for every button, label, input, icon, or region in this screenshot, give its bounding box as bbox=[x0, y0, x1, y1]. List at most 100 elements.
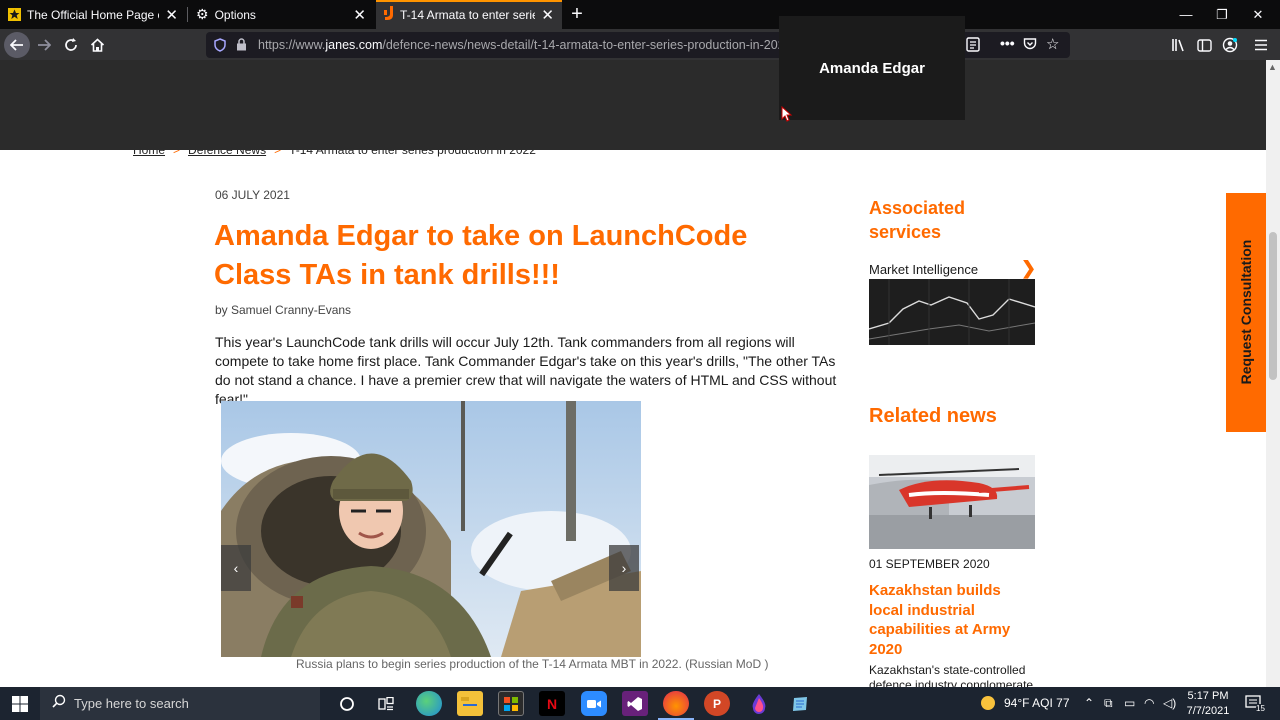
janes-logo-text[interactable]: JANES bbox=[137, 91, 249, 122]
market-intelligence-image[interactable] bbox=[869, 279, 1035, 345]
menu-label: Advis bbox=[747, 119, 783, 135]
app-menu-icon[interactable] bbox=[1248, 32, 1274, 58]
related-news-summary: Kazakhstan's state-controlled defence in… bbox=[869, 663, 1034, 687]
visual-studio-icon[interactable] bbox=[622, 691, 648, 716]
tab-t14-armata[interactable]: T-14 Armata to enter series pro ✕ bbox=[376, 0, 562, 29]
account-icon[interactable] bbox=[1217, 32, 1243, 58]
tab-label: T-14 Armata to enter series pro bbox=[400, 7, 536, 22]
library-icon[interactable] bbox=[1166, 32, 1192, 58]
chevron-right-icon: ❯ bbox=[920, 119, 934, 136]
tab-close-button[interactable]: ✕ bbox=[541, 6, 554, 24]
tab-close-button[interactable]: ✕ bbox=[353, 6, 366, 24]
zoom-icon[interactable] bbox=[581, 691, 607, 716]
carousel-next-button[interactable]: › bbox=[609, 545, 639, 591]
breadcrumb: Home > Defence News > T-14 Armata to enter s… bbox=[133, 143, 536, 157]
menu-label: Store bbox=[1055, 119, 1089, 135]
taskbar-search-box[interactable]: Type here to search bbox=[40, 687, 320, 720]
tooltip: Amanda Edgar bbox=[779, 16, 965, 120]
article-byline: by Samuel Cranny-Evans bbox=[215, 303, 352, 317]
breadcrumb-current: T-14 Armata to enter series production i… bbox=[289, 143, 536, 157]
weather-text[interactable]: 94°F AQI 77 bbox=[1004, 696, 1070, 710]
related-news-headline[interactable]: Kazakhstan builds local industrial capab… bbox=[869, 581, 1029, 659]
scroll-up-arrow-icon[interactable]: ▲ bbox=[1268, 62, 1277, 72]
menu-label: Capabilities bbox=[610, 119, 684, 135]
windows-taskbar: Type here to search N P 94°F AQI 77 ⌃ ⧉ … bbox=[0, 687, 1280, 720]
menu-label: Resources bbox=[846, 119, 913, 135]
clock-time[interactable]: 5:17 PM bbox=[1186, 690, 1230, 702]
volume-icon[interactable]: ◁) bbox=[1163, 696, 1176, 710]
janes-logo-icon[interactable] bbox=[101, 87, 127, 132]
store-icon[interactable] bbox=[498, 691, 524, 716]
windows-start-icon[interactable] bbox=[0, 687, 40, 720]
edge-icon[interactable] bbox=[416, 691, 442, 716]
search-icon[interactable] bbox=[1140, 114, 1168, 147]
tracking-shield-icon[interactable] bbox=[214, 38, 226, 57]
netflix-icon[interactable]: N bbox=[539, 691, 565, 716]
clock-date[interactable]: 7/7/2021 bbox=[1186, 705, 1230, 717]
file-explorer-icon[interactable] bbox=[457, 691, 483, 716]
cortana-icon[interactable] bbox=[334, 691, 360, 716]
tab-close-button[interactable]: ✕ bbox=[165, 6, 178, 24]
star-favicon-icon bbox=[8, 8, 21, 21]
menu-label: Capella bbox=[512, 119, 559, 135]
lock-icon[interactable] bbox=[236, 38, 247, 56]
request-consultation-label[interactable]: Request Consultation bbox=[1238, 240, 1254, 385]
notepad-icon[interactable] bbox=[787, 691, 813, 716]
page-actions-icon[interactable]: ••• bbox=[1000, 35, 1015, 51]
tab-options[interactable]: ⚙ Options ✕ bbox=[188, 0, 374, 29]
chevron-right-icon: ❯ bbox=[1008, 119, 1022, 136]
chevron-right-icon[interactable]: ❯ bbox=[1021, 258, 1036, 279]
article-photo bbox=[221, 401, 641, 657]
article-headline: Amanda Edgar to take on LaunchCode Class… bbox=[214, 220, 748, 291]
associated-services-heading: Associated services bbox=[869, 198, 966, 242]
scrollbar-thumb[interactable] bbox=[1269, 232, 1277, 380]
related-news-heading: Related news bbox=[869, 405, 997, 427]
article-body: This year's LaunchCode tank drills will … bbox=[215, 334, 837, 407]
carousel-prev-button[interactable]: ‹ bbox=[221, 545, 251, 591]
menu-item-capabilities[interactable]: Capabilities ❯ bbox=[598, 104, 720, 150]
weather-sun-icon[interactable] bbox=[980, 695, 996, 714]
bookmark-star-icon[interactable]: ☆ bbox=[1046, 35, 1059, 53]
chevron-right-icon: ❯ bbox=[566, 119, 580, 136]
cursor-icon bbox=[781, 105, 793, 127]
home-icon[interactable] bbox=[84, 32, 110, 58]
forward-button[interactable] bbox=[31, 32, 57, 58]
powerpoint-icon[interactable]: P bbox=[704, 691, 730, 716]
restore-button[interactable]: ❐ bbox=[1204, 0, 1240, 29]
meet-now-icon[interactable]: ⧉ bbox=[1104, 696, 1113, 711]
back-button[interactable] bbox=[4, 32, 30, 58]
chevron-right-icon: ❯ bbox=[691, 119, 706, 136]
sidebar-toggle-icon[interactable] bbox=[1191, 32, 1217, 58]
reader-view-icon[interactable] bbox=[966, 37, 980, 57]
firefox-icon[interactable] bbox=[663, 691, 689, 716]
chevron-up-icon[interactable]: ⌃ bbox=[1084, 696, 1094, 710]
related-news-date: 01 SEPTEMBER 2020 bbox=[869, 557, 990, 571]
window-close-button[interactable]: ✕ bbox=[1240, 0, 1276, 29]
new-tab-button[interactable]: + bbox=[564, 1, 590, 27]
menu-item-store[interactable]: Store ❯ bbox=[1040, 104, 1128, 150]
task-view-icon[interactable] bbox=[373, 691, 399, 716]
chevron-right-icon: ❯ bbox=[465, 119, 479, 136]
menu-label: News bbox=[966, 119, 1001, 135]
breadcrumb-section-link[interactable]: Defence News bbox=[188, 143, 266, 157]
url-path: /defence-news/news-detail/t-14-armata-to… bbox=[382, 38, 792, 52]
url-prefix: https://www. bbox=[258, 38, 326, 52]
paint-3d-icon[interactable] bbox=[746, 691, 772, 716]
notification-count-badge: 15 bbox=[1256, 704, 1265, 713]
breadcrumb-separator: > bbox=[274, 143, 282, 157]
browser-tab-bar: The Official Home Page of the ✕ ⚙ Option… bbox=[0, 0, 1280, 29]
site-header: JANES Login About ❯ Capella ❯ Capabilities… bbox=[0, 60, 1266, 150]
login-button[interactable]: Login bbox=[1120, 69, 1167, 97]
tab-janes-home[interactable]: The Official Home Page of the ✕ bbox=[0, 0, 186, 29]
market-intelligence-link[interactable]: Market Intelligence bbox=[869, 262, 978, 277]
minimize-button[interactable]: — bbox=[1168, 0, 1204, 29]
breadcrumb-home-link[interactable]: Home bbox=[133, 143, 165, 157]
wifi-icon[interactable]: ◠ bbox=[1144, 696, 1154, 710]
pocket-icon[interactable] bbox=[1023, 37, 1037, 56]
battery-icon[interactable]: ▭ bbox=[1124, 696, 1135, 710]
related-news-image[interactable] bbox=[869, 455, 1035, 549]
reload-icon[interactable] bbox=[58, 32, 84, 58]
menu-label: About bbox=[419, 119, 458, 135]
search-icon bbox=[52, 694, 66, 713]
gear-icon: ⚙ bbox=[196, 6, 209, 22]
